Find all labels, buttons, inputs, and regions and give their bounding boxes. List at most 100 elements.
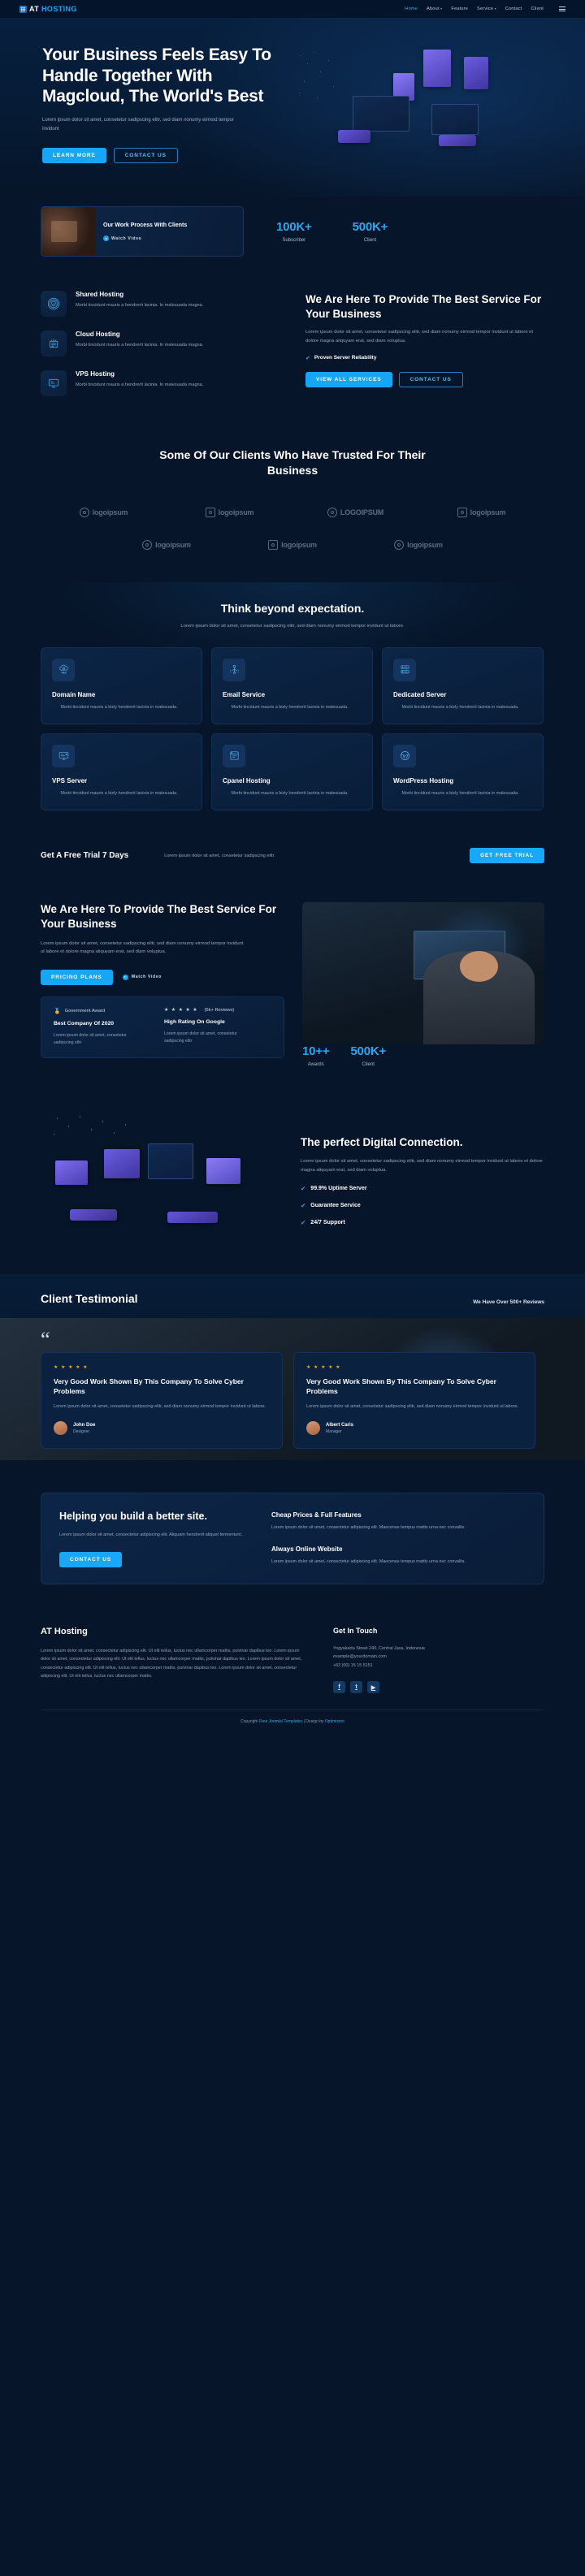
client-logo: logoipsum [418,496,544,529]
work-process-video-card[interactable]: Our Work Process With Clients Watch Vide… [41,206,244,257]
provide-watch-video-link[interactable]: Watch Video [122,974,162,980]
logo-mark-icon [20,5,27,13]
footer-email[interactable]: example@yourdomain.com [333,1653,544,1662]
stat-value: 500K+ [352,220,388,234]
email-network-icon [223,658,245,681]
learn-more-button[interactable]: Learn More [42,148,106,163]
office-photo [302,902,544,1045]
copyright-bar: Copyright Free Joomla! Templates | Desig… [41,1709,544,1724]
provide-description: Lorem ipsum dolor sit amet, consetetur s… [41,940,244,955]
facebook-icon[interactable]: f [333,1681,345,1694]
stat-label: Client [363,238,377,243]
nav-item-contact[interactable]: Contact [505,6,522,11]
stat-value: 500K+ [350,1044,387,1059]
services-contact-us-button[interactable]: Contact Us [398,371,463,387]
service-description: Morbi tincidunt mauris a hendrerit lacin… [76,383,204,387]
logo-square-icon [268,539,279,550]
help-contact-us-button[interactable]: Contact Us [59,1551,123,1567]
award-title: High Rating On Google [164,1018,225,1025]
clients-heading: Some Of Our Clients Who Have Trusted For… [159,448,426,477]
pricing-plans-button[interactable]: Pricing Plans [41,969,113,985]
services-description: Lorem ipsum dolor sit amet, consetetur s… [306,330,533,344]
watch-video-link[interactable]: Watch Video [103,236,201,242]
feature-description: Morbi tincidunt mauris a bizly hendrerit… [60,790,178,796]
services-check-label: Proven Server Reliability [314,355,377,361]
service-title: Cloud Hosting [76,331,120,338]
testimonial-author-name: Albert Caris [326,1422,354,1428]
feature-card-domain-name[interactable]: Domain Name Morbi tincidunt mauris a biz… [41,646,202,724]
service-item-cloud-hosting[interactable]: Cloud Hosting Morbi tincidunt mauris a h… [41,331,284,357]
feature-card-dedicated-server[interactable]: Dedicated Server Morbi tincidunt mauris … [382,646,544,724]
testimonial-title: Very Good Work Shown By This Company To … [306,1377,496,1396]
feature-card-email-service[interactable]: Email Service Morbi tincidunt mauris a b… [211,646,373,724]
help-block-prices: Cheap Prices & Full Features Lorem ipsum… [271,1511,526,1532]
contact-us-button[interactable]: Contact Us [113,148,178,163]
video-stats-band: Our Work Process With Clients Watch Vide… [0,197,585,273]
feature-card-vps-server[interactable]: VPS Server Morbi tincidunt mauris a bizl… [41,733,202,811]
nav-item-feature[interactable]: Feature [451,6,468,11]
award-description: Lorem ipsum dolor sit amet, consetetur s… [164,1031,237,1044]
nav-item-about[interactable]: About ▾ [427,6,442,11]
client-logo: logoipsum [41,496,167,529]
logo-circle-icon [142,539,153,550]
get-free-trial-button[interactable]: Get Free Trial [469,848,544,864]
feature-cards: Domain Name Morbi tincidunt mauris a biz… [41,646,544,811]
footer-brand: AT Hosting [41,1626,88,1636]
hero-stats: 100K+ Subscriber 500K+ Client [276,220,388,243]
nav-item-home[interactable]: Home [405,6,418,11]
watch-video-label: Watch Video [111,236,142,241]
avatar [306,1421,320,1436]
nav-item-service[interactable]: Service ▾ [477,6,496,11]
nav-item-client[interactable]: Client [531,6,544,11]
testimonial-card[interactable]: ★ ★ ★ ★ ★ Very Good Work Shown By This C… [41,1352,283,1450]
logo-circle-icon [327,507,337,517]
view-all-services-button[interactable]: View All Services [306,371,392,387]
features-description: Lorem ipsum dolor sit amet, consetetur s… [180,623,405,629]
trial-heading: Get A Free Trial 7 Days [41,851,129,861]
menu-hamburger-icon[interactable] [559,6,566,11]
feature-title: WordPress Hosting [393,776,454,784]
service-item-shared-hosting[interactable]: Shared Hosting Morbi tincidunt mauris a … [41,291,284,317]
testimonial-card[interactable]: ★ ★ ★ ★ ★ Very Good Work Shown By This C… [293,1352,535,1450]
client-logo: LOGOIPSUM [292,496,418,529]
feature-card-wordpress-hosting[interactable]: WordPress Hosting Morbi tincidunt mauris… [382,733,544,811]
stars-icon: ★ ★ ★ ★ ★ [306,1365,341,1371]
provide-watch-label: Watch Video [131,975,162,980]
client-logo-grid: logoipsum logoipsum LOGOIPSUM logoipsum … [41,496,544,561]
client-logo: logoipsum [230,529,356,561]
brand-name-primary: AT [29,5,42,13]
provide-section: We Are Here To Provide The Best Service … [0,884,585,1091]
stat-awards: 10++ Awards [302,1044,330,1067]
copyright-link-templates[interactable]: Free Joomla! Templates [259,1719,302,1724]
feature-title: Dedicated Server [393,690,447,698]
feature-title: Domain Name [52,690,96,698]
digital-heading: The perfect Digital Connection. [301,1135,463,1148]
vps-server-icon [52,744,75,767]
site-footer: AT Hosting Lorem ipsum dolor sit amet, c… [0,1609,585,1738]
logo-square-icon [457,507,467,517]
play-icon [122,974,128,980]
twitter-icon[interactable]: t [350,1681,362,1694]
youtube-icon[interactable]: ▶ [367,1681,379,1694]
check-icon: ✔ [301,1201,306,1209]
footer-phone[interactable]: +62 (00) 15 15 5151 [333,1662,544,1671]
hero-description: Lorem ipsum dolor sit amet, consetetur s… [42,117,234,132]
monitor-icon [41,370,67,396]
hero-section: Your Business Feels Easy To Handle Toget… [0,18,585,197]
service-item-vps-hosting[interactable]: VPS Hosting Morbi tincidunt mauris a hen… [41,370,284,396]
cloud-domain-icon [52,658,75,681]
logo-square-icon [205,507,215,517]
digital-check-label: Guarantee Service [310,1202,361,1208]
help-section: Helping you build a better site. Lorem i… [0,1460,585,1608]
medal-icon: 🏅 [54,1008,61,1014]
feature-card-cpanel-hosting[interactable]: Cpanel Hosting Morbi tincidunt mauris a … [211,733,373,811]
shield-icon [41,291,67,317]
review-count: (5k+ Reviews) [204,1007,235,1013]
brand-logo[interactable]: AT HOSTING [20,5,77,13]
hero-illustration [292,39,544,169]
feature-description: Morbi tincidunt mauris a bizly hendrerit… [60,704,178,710]
provide-stats: 10++ Awards 500K+ Client [302,1044,544,1067]
copyright-link-designer[interactable]: Optimismo [325,1719,344,1724]
main-nav: Home About ▾ Feature Service ▾ Contact Cli… [405,6,566,11]
digital-check-guarantee: ✔ Guarantee Service [301,1202,544,1209]
